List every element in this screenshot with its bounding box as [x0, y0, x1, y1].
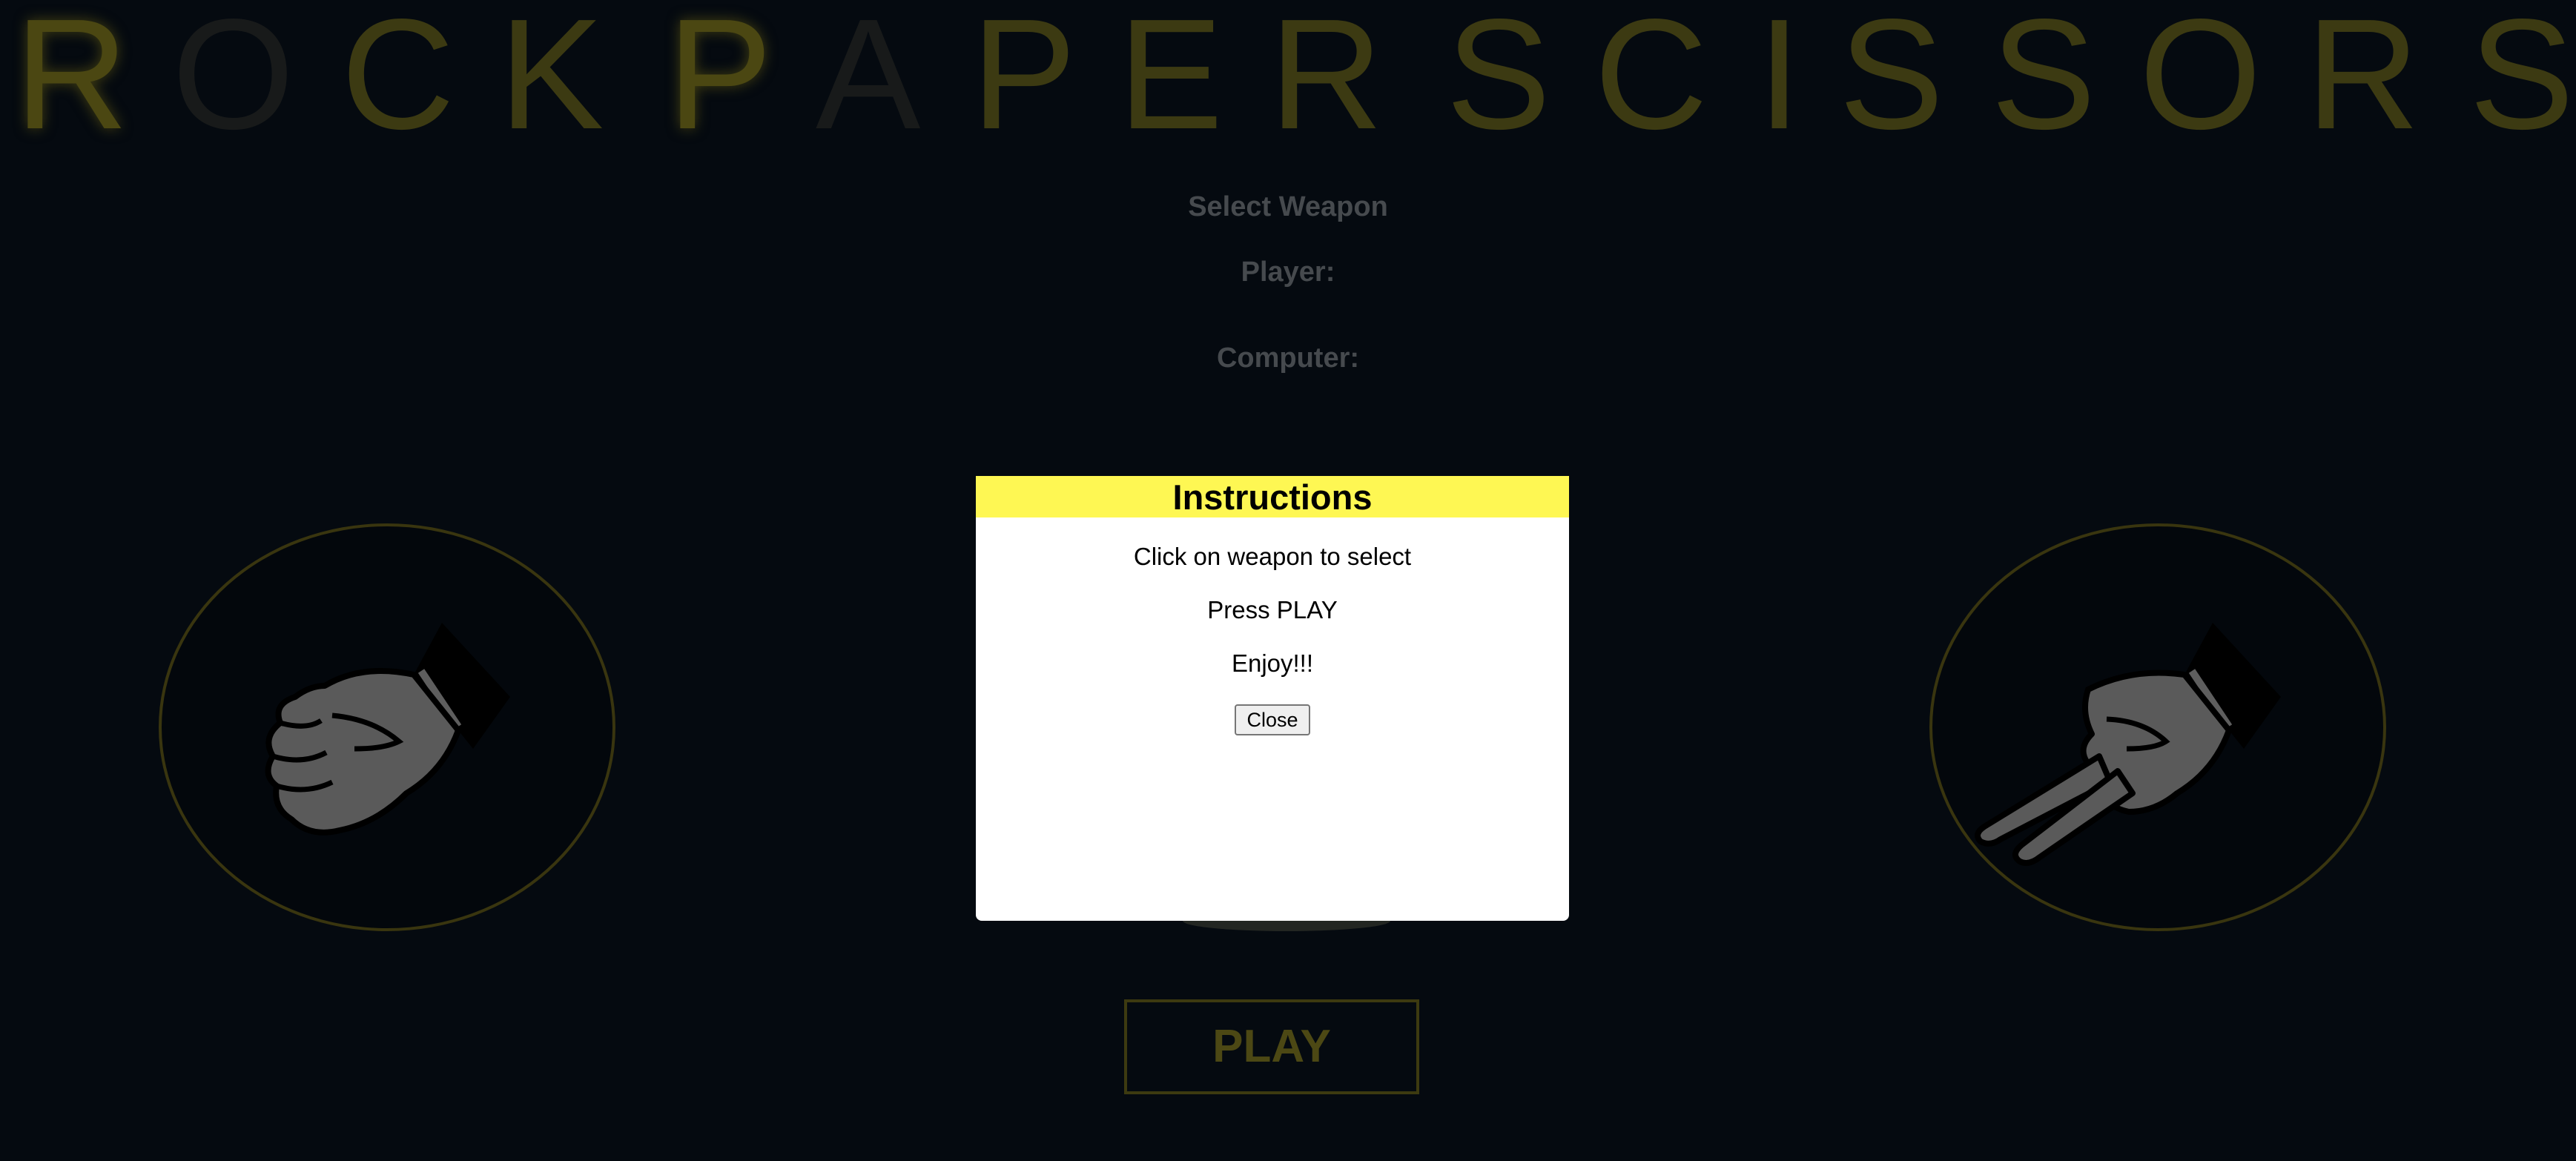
close-button[interactable]: Close	[1235, 704, 1310, 735]
paper-weapon-button[interactable]	[1183, 921, 1390, 931]
instruction-line: Press PLAY	[1207, 596, 1338, 624]
instruction-line: Click on weapon to select	[1133, 543, 1412, 570]
title-letter: R	[15, 0, 129, 162]
title-letter: I	[1757, 0, 1801, 162]
game-title: R O C K P A P E R S C I S S O R S	[0, 0, 2576, 162]
title-letter: P	[667, 0, 773, 162]
scissors-hand-icon	[1975, 623, 2281, 866]
instruction-line: Enjoy!!!	[1231, 649, 1314, 677]
player-choice-label: Player:	[1241, 257, 1335, 288]
rock-weapon-button[interactable]	[159, 523, 615, 931]
title-letter: E	[1118, 0, 1223, 162]
title-letter: O	[172, 0, 294, 162]
instructions-modal: Instructions Click on weapon to select P…	[976, 476, 1569, 921]
modal-title: Instructions	[976, 476, 1569, 517]
title-letter: P	[971, 0, 1077, 162]
title-letter: K	[499, 0, 604, 162]
scissors-weapon-button[interactable]	[1929, 523, 2386, 931]
title-letter: S	[2469, 0, 2575, 162]
computer-choice-label: Computer:	[1216, 343, 1360, 374]
title-letter: S	[1446, 0, 1551, 162]
play-button[interactable]: PLAY	[1124, 999, 1419, 1094]
title-letter: O	[2139, 0, 2262, 162]
game-page: R O C K P A P E R S C I S S O R S Select…	[0, 0, 2576, 1161]
title-letter: R	[2306, 0, 2420, 162]
title-letter: C	[1594, 0, 1708, 162]
rock-hand-icon	[265, 623, 510, 836]
title-letter: S	[1991, 0, 2096, 162]
title-letter: C	[341, 0, 455, 162]
title-letter: R	[1269, 0, 1384, 162]
select-weapon-heading: Select Weapon	[1188, 191, 1388, 222]
title-letter: A	[816, 0, 921, 162]
title-letter: S	[1839, 0, 1944, 162]
